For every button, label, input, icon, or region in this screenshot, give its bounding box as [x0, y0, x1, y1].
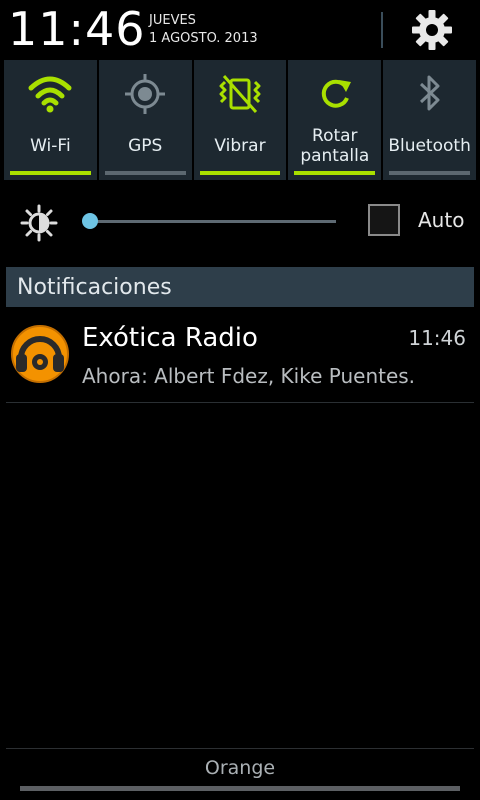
toggle-label: Wi-Fi: [30, 136, 71, 156]
notification-title: Exótica Radio: [82, 323, 258, 353]
notification-divider: [6, 402, 474, 403]
toggle-label-line2: pantalla: [300, 146, 370, 166]
quick-toggles: Wi-Fi GPS Vibrar Rotar pantalla Bluetoot…: [4, 60, 476, 180]
toggle-indicator: [389, 171, 470, 175]
status-header: 11:46 JUEVES 1 AGOSTO. 2013: [0, 0, 480, 58]
toggle-indicator: [199, 171, 281, 175]
notifications-header: Notificaciones: [6, 267, 474, 307]
radio-app-icon: [10, 324, 70, 384]
toggle-indicator: [10, 171, 91, 175]
notification-item[interactable]: Exótica Radio 11:46 Ahora: Albert Fdez, …: [0, 312, 480, 404]
rotate-icon: [321, 79, 351, 108]
settings-button[interactable]: [410, 8, 454, 52]
clock: 11:46: [8, 2, 146, 56]
wifi-icon: [28, 76, 72, 113]
brightness-slider-thumb[interactable]: [82, 213, 98, 229]
gear-icon: [412, 10, 452, 50]
notification-time: 11:46: [408, 326, 466, 350]
toggle-indicator: [294, 171, 376, 175]
notification-text: Ahora: Albert Fdez, Kike Puentes.: [82, 364, 416, 388]
day-label: JUEVES: [149, 13, 196, 28]
toggle-label: Bluetooth: [388, 136, 471, 156]
vibrate-icon: [219, 75, 261, 113]
toggle-vibrate[interactable]: Vibrar: [193, 60, 287, 180]
toggle-indicator: [104, 171, 186, 175]
date-label: 1 AGOSTO. 2013: [149, 31, 258, 46]
brightness-slider-track[interactable]: [90, 220, 336, 223]
gps-icon: [125, 74, 166, 114]
bottom-divider: [6, 748, 474, 749]
toggle-rotate[interactable]: Rotar pantalla: [288, 60, 382, 180]
bluetooth-icon: [419, 75, 440, 111]
toggle-label: GPS: [128, 136, 163, 156]
notifications-title: Notificaciones: [17, 275, 172, 300]
brightness-icon: [20, 204, 58, 242]
carrier-label: Orange: [204, 757, 276, 779]
toggle-label: Rotar pantalla: [288, 126, 381, 166]
toggle-wifi[interactable]: Wi-Fi: [4, 60, 97, 180]
header-divider: [381, 12, 383, 48]
toggle-gps[interactable]: GPS: [98, 60, 192, 180]
drag-handle[interactable]: [20, 786, 460, 791]
auto-brightness-checkbox[interactable]: [368, 204, 400, 236]
auto-brightness-label: Auto: [418, 208, 465, 232]
toggle-bluetooth[interactable]: Bluetooth: [383, 60, 476, 180]
toggle-label: Vibrar: [214, 136, 266, 156]
toggle-label-line1: Rotar: [312, 126, 358, 146]
brightness-row: Auto: [0, 188, 480, 258]
